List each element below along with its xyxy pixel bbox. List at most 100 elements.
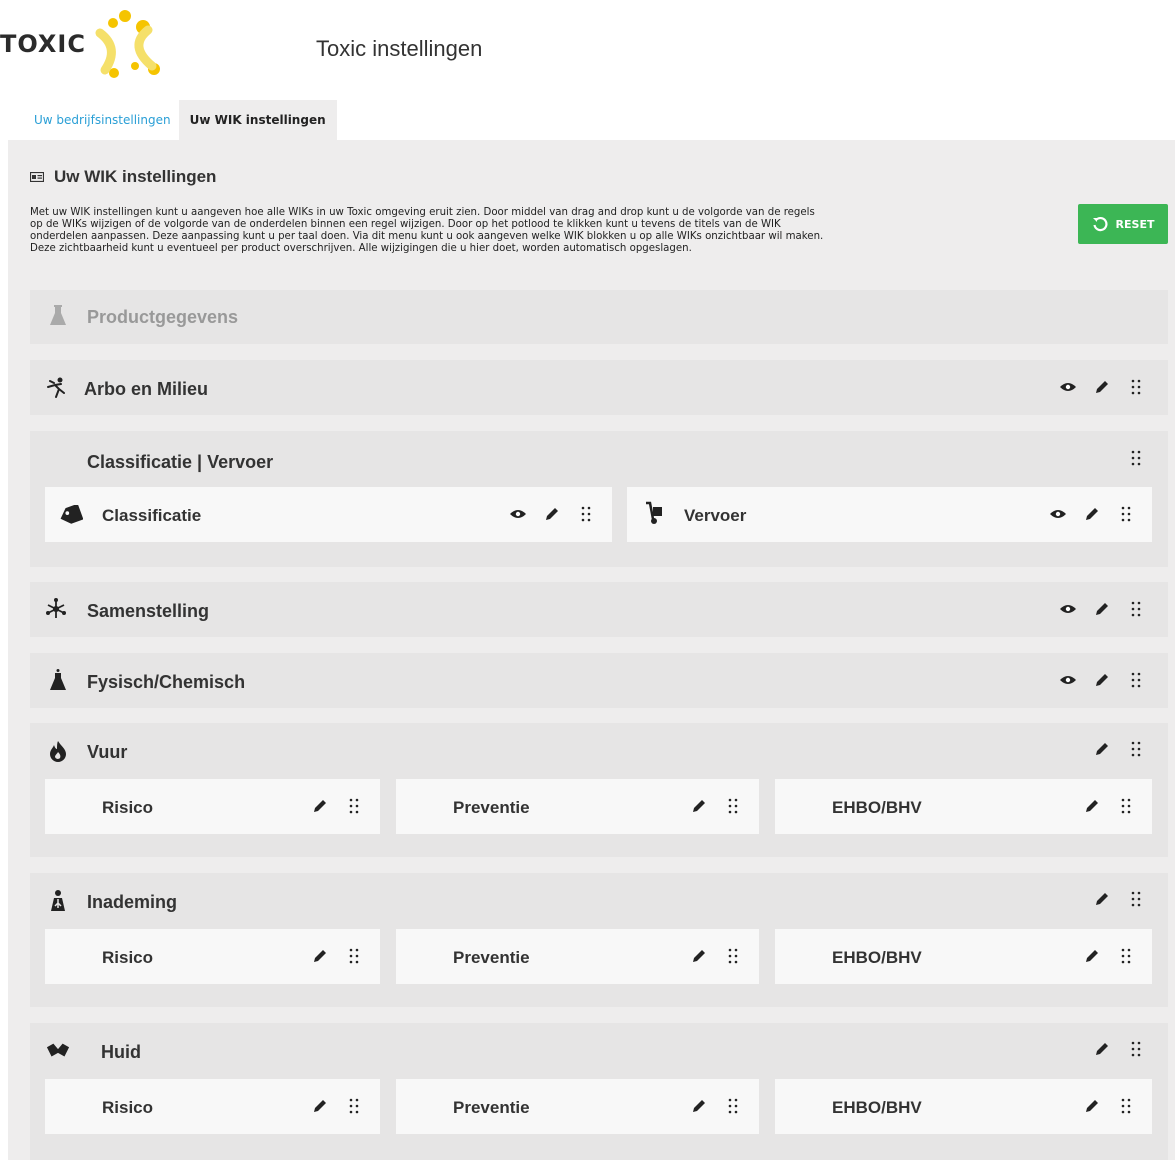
eye-icon[interactable] <box>1058 670 1078 690</box>
person-running-icon <box>44 376 68 400</box>
intro-line: onderdelen aanpassen. Deze aanpassing ku… <box>30 231 824 242</box>
reset-label: RESET <box>1115 217 1155 231</box>
eye-icon[interactable] <box>1058 377 1078 397</box>
wik-sub-vervoer[interactable]: Vervoer <box>627 487 1152 542</box>
sub-actions <box>689 796 743 816</box>
wik-sub-preventie[interactable]: Preventie <box>396 929 759 984</box>
wik-sub-preventie[interactable]: Preventie <box>396 1079 759 1134</box>
intro-line: Met uw WIK instellingen kunt u aangeven … <box>30 207 815 218</box>
drag-handle-icon[interactable] <box>1116 796 1136 816</box>
pencil-icon[interactable] <box>310 796 330 816</box>
section-title: Uw WIK instellingen <box>54 167 217 186</box>
wik-sub-ehbo[interactable]: EHBO/BHV <box>775 929 1152 984</box>
tab-wik-instellingen[interactable]: Uw WIK instellingen <box>178 100 337 140</box>
drag-handle-icon[interactable] <box>1126 670 1146 690</box>
drag-handle-icon[interactable] <box>1116 504 1136 524</box>
drag-handle-icon[interactable] <box>1126 377 1146 397</box>
pencil-icon[interactable] <box>1092 889 1112 909</box>
sub-actions <box>1082 796 1136 816</box>
sub-actions <box>1048 504 1136 524</box>
wik-block-vuur[interactable]: Vuur Risico Preventie EHBO/BHV <box>30 723 1168 857</box>
pencil-icon[interactable] <box>310 1096 330 1116</box>
wik-sub-risico[interactable]: Risico <box>45 779 380 834</box>
wik-block-fysisch-chemisch[interactable]: Fysisch/Chemisch <box>30 653 1168 708</box>
wik-sub-preventie[interactable]: Preventie <box>396 779 759 834</box>
wik-block-huid[interactable]: Huid Risico Preventie EHBO/BHV <box>30 1023 1168 1160</box>
sub-actions <box>689 1096 743 1116</box>
pencil-icon[interactable] <box>1082 1096 1102 1116</box>
wik-block-productgegevens[interactable]: Productgegevens <box>30 290 1168 344</box>
sub-title: EHBO/BHV <box>832 948 922 967</box>
pencil-icon[interactable] <box>689 796 709 816</box>
sub-title: Risico <box>102 798 154 817</box>
drag-handle-icon[interactable] <box>576 504 596 524</box>
intro-line: Deze zichtbaarheid kunt u eventueel per … <box>30 243 692 254</box>
tab-bedrijfsinstellingen[interactable]: Uw bedrijfsinstellingen <box>26 100 179 140</box>
molecule-icon <box>44 597 68 621</box>
drag-handle-icon[interactable] <box>1126 889 1146 909</box>
fire-icon <box>46 739 70 763</box>
wik-sub-ehbo[interactable]: EHBO/BHV <box>775 779 1152 834</box>
pencil-icon[interactable] <box>689 1096 709 1116</box>
block-title: Fysisch/Chemisch <box>87 672 246 692</box>
settings-tabs: Uw bedrijfsinstellingen Uw WIK instellin… <box>26 100 337 140</box>
pencil-icon[interactable] <box>1092 377 1112 397</box>
drag-handle-icon[interactable] <box>1126 448 1146 468</box>
pencil-icon[interactable] <box>1082 504 1102 524</box>
sub-actions <box>310 946 364 966</box>
sub-actions <box>310 1096 364 1116</box>
wik-sub-classificatie[interactable]: Classificatie <box>45 487 612 542</box>
sub-actions <box>1082 1096 1136 1116</box>
sub-actions <box>310 796 364 816</box>
sub-title: Preventie <box>453 1098 530 1117</box>
drag-handle-icon[interactable] <box>1126 599 1146 619</box>
block-title: Arbo en Milieu <box>84 379 209 399</box>
wik-block-inademing[interactable]: Inademing Risico Preventie EHBO/BHV <box>30 873 1168 1007</box>
block-actions <box>1058 670 1146 690</box>
flask-icon <box>46 304 70 328</box>
drag-handle-icon[interactable] <box>344 1096 364 1116</box>
drag-handle-icon[interactable] <box>1116 946 1136 966</box>
drag-handle-icon[interactable] <box>1126 1039 1146 1059</box>
drag-handle-icon[interactable] <box>723 946 743 966</box>
undo-icon <box>1092 217 1108 232</box>
pencil-icon[interactable] <box>1092 1039 1112 1059</box>
pencil-icon[interactable] <box>310 946 330 966</box>
wik-block-samenstelling[interactable]: Samenstelling <box>30 582 1168 637</box>
wik-sub-risico[interactable]: Risico <box>45 1079 380 1134</box>
wik-sub-ehbo[interactable]: EHBO/BHV <box>775 1079 1152 1134</box>
hands-icon <box>46 1039 70 1063</box>
eye-icon[interactable] <box>1058 599 1078 619</box>
drag-handle-icon[interactable] <box>1116 1096 1136 1116</box>
pencil-icon[interactable] <box>542 504 562 524</box>
hand-truck-icon <box>643 501 667 525</box>
intro-text: Met uw WIK instellingen kunt u aangeven … <box>30 207 1070 255</box>
pencil-icon[interactable] <box>1092 599 1112 619</box>
pencil-icon[interactable] <box>1082 796 1102 816</box>
section-header: Uw WIK instellingen <box>30 167 216 187</box>
eye-icon[interactable] <box>1048 504 1068 524</box>
sub-actions <box>508 504 596 524</box>
pencil-icon[interactable] <box>1092 670 1112 690</box>
block-actions <box>1058 599 1146 619</box>
drag-handle-icon[interactable] <box>723 1096 743 1116</box>
eye-icon[interactable] <box>508 504 528 524</box>
block-actions <box>1058 377 1146 397</box>
lab-flask-icon <box>46 668 70 692</box>
pencil-icon[interactable] <box>1082 946 1102 966</box>
drag-handle-icon[interactable] <box>344 796 364 816</box>
pencil-icon[interactable] <box>689 946 709 966</box>
block-actions <box>1092 1039 1146 1059</box>
reset-button[interactable]: RESET <box>1078 204 1168 244</box>
page-title: Toxic instellingen <box>316 36 483 61</box>
drag-handle-icon[interactable] <box>723 796 743 816</box>
block-title: Classificatie | Vervoer <box>87 452 274 472</box>
wik-block-classificatie-vervoer[interactable]: Classificatie | Vervoer Classificatie Ve… <box>30 431 1168 567</box>
wik-block-arbo[interactable]: Arbo en Milieu <box>30 360 1168 415</box>
wik-sub-risico[interactable]: Risico <box>45 929 380 984</box>
drag-handle-icon[interactable] <box>344 946 364 966</box>
block-title: Vuur <box>87 742 128 762</box>
drag-handle-icon[interactable] <box>1126 739 1146 759</box>
pencil-icon[interactable] <box>1092 739 1112 759</box>
wik-settings-panel: Uw WIK instellingen Met uw WIK instellin… <box>8 140 1175 1160</box>
